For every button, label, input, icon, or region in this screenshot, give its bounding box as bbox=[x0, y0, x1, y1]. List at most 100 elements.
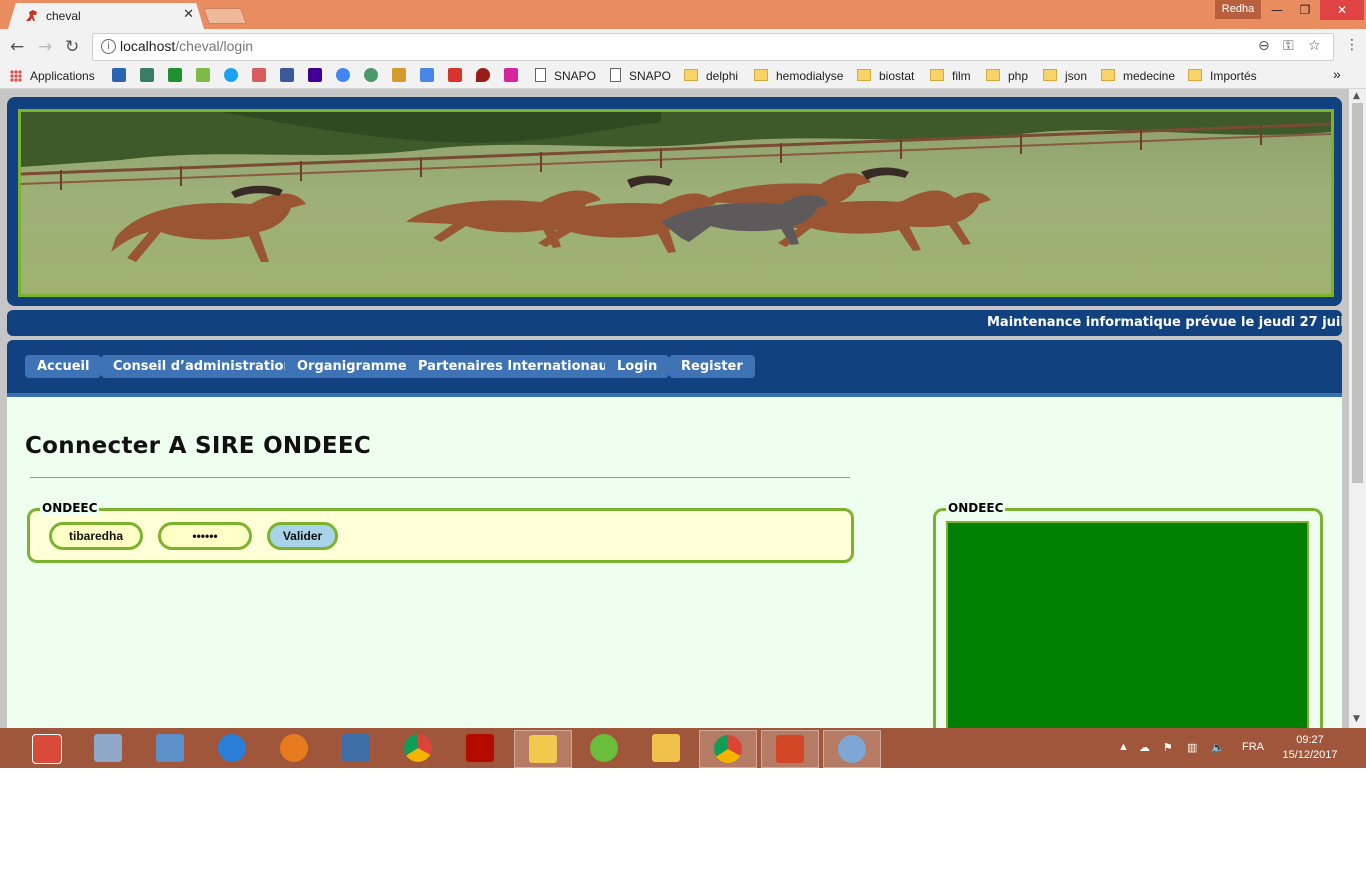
url-host: localhost bbox=[120, 38, 176, 54]
taskbar-paint[interactable] bbox=[823, 730, 881, 768]
profile-button[interactable]: Redha bbox=[1215, 0, 1261, 19]
valider-button[interactable]: Valider bbox=[267, 522, 338, 550]
minimize-button[interactable]: — bbox=[1262, 0, 1292, 20]
bookmark-folder-biostat[interactable]: biostat bbox=[857, 68, 914, 84]
bookmark-icon-6[interactable] bbox=[252, 68, 266, 84]
system-clock[interactable]: 09:27 15/12/2017 bbox=[1280, 733, 1340, 763]
url-text[interactable]: localhost/cheval/login bbox=[120, 38, 253, 54]
bookmark-icon-10[interactable] bbox=[364, 68, 378, 84]
paint-palette-icon bbox=[838, 735, 866, 763]
calculator-icon bbox=[94, 734, 122, 762]
menu-icon[interactable]: ⋮ bbox=[1345, 37, 1359, 53]
bookmark-apps[interactable]: Applications bbox=[10, 68, 95, 84]
bookmark-folder-json[interactable]: json bbox=[1043, 68, 1087, 84]
nav-register[interactable]: Register bbox=[669, 355, 755, 378]
site-info-icon[interactable]: i bbox=[101, 39, 116, 54]
bookmark-folder-delphi[interactable]: delphi bbox=[684, 68, 738, 84]
tab-close-icon[interactable]: ✕ bbox=[183, 7, 194, 22]
w3-icon bbox=[196, 68, 210, 82]
bookmark-folder-medecine[interactable]: medecine bbox=[1101, 68, 1175, 84]
nav-conseil-administration[interactable]: Conseil d’administration bbox=[101, 355, 305, 378]
header-banner bbox=[7, 97, 1342, 306]
page-scrollbar[interactable]: ▲ ▼ bbox=[1349, 89, 1366, 728]
nav-organigramme[interactable]: Organigramme bbox=[285, 355, 419, 378]
zoom-icon[interactable]: ⊖ bbox=[1258, 38, 1270, 54]
volume-icon[interactable]: 🔈 bbox=[1211, 741, 1225, 754]
tray-expand-icon[interactable]: ▲ bbox=[1118, 741, 1129, 753]
bookmark-icon-11[interactable] bbox=[392, 68, 406, 84]
bookmark-snapo-2[interactable]: SNAPO bbox=[610, 68, 671, 84]
bookmark-folder-php[interactable]: php bbox=[986, 68, 1028, 84]
bookmark-icon-9[interactable] bbox=[336, 68, 350, 84]
bookmark-label: SNAPO bbox=[629, 69, 672, 83]
address-bar[interactable]: i localhost/cheval/login ⊖ ⚿ ☆ bbox=[92, 33, 1334, 61]
bookmarks-overflow-icon[interactable]: » bbox=[1333, 66, 1341, 82]
bookmark-icon-14[interactable] bbox=[476, 68, 490, 84]
bookmark-icon-3[interactable] bbox=[168, 68, 182, 84]
bookmark-icon-1[interactable] bbox=[112, 68, 126, 84]
bookmark-icon-4[interactable] bbox=[196, 68, 210, 84]
bookmark-folder-importes[interactable]: Importés bbox=[1188, 68, 1257, 84]
bookmark-icon-12[interactable] bbox=[420, 68, 434, 84]
nav-partenaires-internationaux[interactable]: Partenaires Internationaux bbox=[406, 355, 629, 378]
bookmark-icon-15[interactable] bbox=[504, 68, 518, 84]
password-input[interactable]: •••••• bbox=[158, 522, 252, 550]
maximize-button[interactable]: ❐ bbox=[1290, 0, 1320, 20]
page-icon bbox=[535, 68, 546, 82]
translate-icon bbox=[420, 68, 434, 82]
bookmark-label: SNAPO bbox=[554, 69, 597, 83]
taskbar-app-n[interactable] bbox=[266, 730, 322, 766]
bookmark-icon-2[interactable] bbox=[140, 68, 154, 84]
taskbar-outlook[interactable] bbox=[638, 730, 694, 766]
scroll-up-icon[interactable]: ▲ bbox=[1353, 91, 1360, 101]
username-input[interactable]: tibaredha bbox=[49, 522, 143, 550]
reload-icon[interactable]: ↻ bbox=[65, 37, 79, 57]
plane-icon bbox=[140, 68, 154, 82]
new-tab-button[interactable] bbox=[203, 8, 247, 24]
browser-tab[interactable]: cheval ✕ bbox=[8, 3, 204, 29]
control-panel-icon bbox=[156, 734, 184, 762]
taskbar-internet-explorer[interactable] bbox=[204, 730, 260, 766]
network-icon[interactable]: ▥ bbox=[1187, 741, 1197, 754]
chrome-icon bbox=[404, 734, 432, 762]
taskbar-tool[interactable] bbox=[328, 730, 384, 766]
nav-accueil[interactable]: Accueil bbox=[25, 355, 102, 378]
horse-icon bbox=[252, 68, 266, 82]
bookmark-icon-13[interactable] bbox=[448, 68, 462, 84]
apps-grid-icon bbox=[10, 70, 22, 82]
back-icon[interactable]: ← bbox=[10, 37, 24, 57]
power-icon bbox=[32, 734, 62, 764]
taskbar-app-green[interactable] bbox=[576, 730, 632, 766]
taskbar-acrobat[interactable] bbox=[452, 730, 508, 766]
key-icon[interactable]: ⚿ bbox=[1283, 38, 1294, 54]
close-window-button[interactable]: ✕ bbox=[1320, 0, 1364, 20]
scroll-thumb[interactable] bbox=[1352, 103, 1363, 483]
mail-icon bbox=[652, 734, 680, 762]
flag-icon[interactable]: ⚑ bbox=[1163, 741, 1173, 754]
forward-icon[interactable]: → bbox=[38, 37, 52, 57]
taskbar-power[interactable] bbox=[18, 730, 74, 766]
globe-icon bbox=[112, 68, 126, 82]
folder-icon bbox=[1043, 69, 1057, 81]
cloud-icon[interactable]: ☁ bbox=[1139, 741, 1150, 754]
language-indicator[interactable]: FRA bbox=[1242, 741, 1264, 753]
taskbar-control-panel[interactable] bbox=[142, 730, 198, 766]
scroll-down-icon[interactable]: ▼ bbox=[1353, 714, 1360, 724]
site-wrapper: Maintenance informatique prévue le jeudi… bbox=[7, 97, 1342, 728]
bookmark-icon-7[interactable] bbox=[280, 68, 294, 84]
bookmark-folder-film[interactable]: film bbox=[930, 68, 971, 84]
bookmark-snapo-1[interactable]: SNAPO bbox=[535, 68, 596, 84]
taskbar-chrome[interactable] bbox=[390, 730, 446, 766]
taskbar-calculator[interactable] bbox=[80, 730, 136, 766]
taskbar-chrome-active[interactable] bbox=[699, 730, 757, 768]
bookmark-icon-5[interactable] bbox=[224, 68, 238, 84]
chart-icon bbox=[168, 68, 182, 82]
nav-login[interactable]: Login bbox=[605, 355, 670, 378]
main-nav: Accueil Conseil d’administration Organig… bbox=[7, 340, 1342, 397]
star-icon[interactable]: ☆ bbox=[1308, 38, 1321, 54]
taskbar-powerpoint[interactable] bbox=[761, 730, 819, 768]
taskbar-file-explorer[interactable] bbox=[514, 730, 572, 768]
bookmark-folder-hemodialyse[interactable]: hemodialyse bbox=[754, 68, 843, 84]
bookmark-icon-8[interactable] bbox=[308, 68, 322, 84]
folder-icon bbox=[529, 735, 557, 763]
